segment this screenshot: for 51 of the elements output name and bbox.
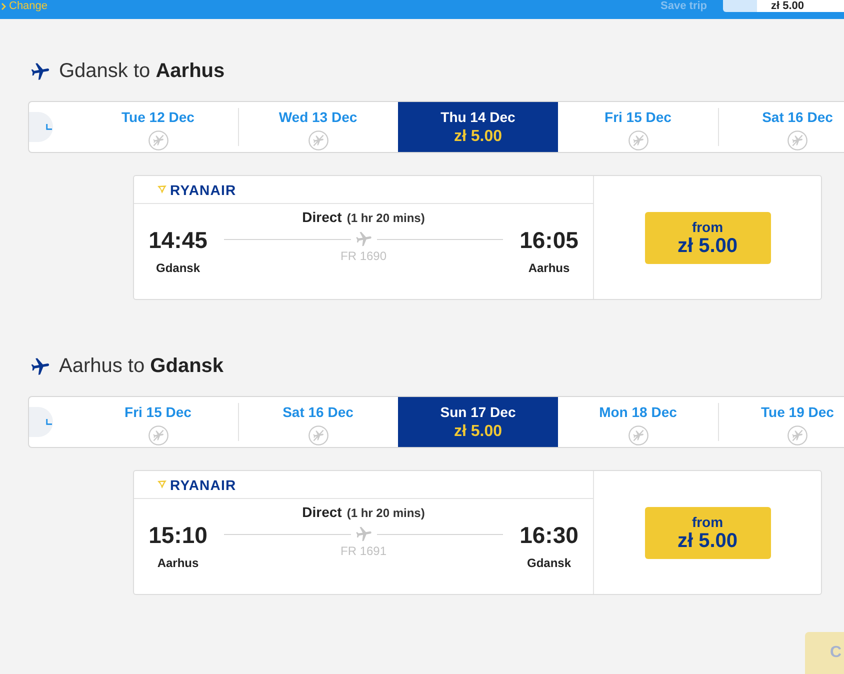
departure-city: Gdansk (156, 261, 200, 275)
departure-time: 14:45 (148, 227, 208, 253)
crossed-plane-icon (628, 425, 648, 446)
airline-name: RYANAIR (170, 182, 236, 198)
date-tab[interactable]: Fri 15 Dec (78, 397, 238, 447)
duration-label: (1 hr 20 mins) (346, 210, 425, 226)
arrival-city: Gdansk (526, 556, 571, 570)
price-button[interactable]: from zł 5.00 (644, 212, 770, 264)
arrival-time: 16:05 (520, 227, 578, 253)
plane-icon (30, 356, 51, 376)
stops-label: Direct (302, 209, 342, 225)
departure-time: 15:10 (148, 522, 208, 548)
plane-icon (30, 60, 51, 82)
airline-name: RYANAIR (170, 476, 236, 492)
crossed-plane-icon (148, 130, 168, 151)
arrival-city: Aarhus (528, 261, 570, 275)
crossed-plane-icon (148, 425, 168, 446)
price-button[interactable]: from zł 5.00 (644, 506, 770, 558)
change-link[interactable]: Change (1, 0, 48, 12)
crossed-plane-icon (787, 130, 808, 151)
date-tab[interactable]: Sat 16 Dec (718, 102, 844, 152)
plane-icon (354, 525, 372, 543)
logo-icon (157, 480, 167, 489)
flight-number: FR 1690 (340, 249, 387, 263)
date-tab[interactable]: Mon 18 Dec (558, 397, 718, 447)
arrival-time: 16:30 (520, 522, 578, 548)
total-price: zł 5.00 (757, 0, 844, 12)
chevron-icon (46, 419, 52, 425)
crossed-plane-icon (308, 425, 328, 446)
flight-number: FR 1691 (340, 544, 387, 558)
date-tab[interactable]: Wed 13 Dec (238, 102, 398, 152)
previous-dates-button[interactable] (29, 112, 53, 142)
stops-label: Direct (302, 504, 342, 520)
date-tab[interactable]: Tue 12 Dec (78, 102, 238, 152)
crossed-plane-icon (308, 130, 328, 151)
departure-city: Aarhus (157, 556, 199, 570)
date-tab[interactable]: Fri 15 Dec (558, 102, 718, 152)
date-tab[interactable]: Sat 16 Dec (238, 397, 398, 447)
date-tab[interactable]: Tue 19 Dec (718, 397, 844, 447)
plane-icon (354, 230, 372, 248)
date-tab[interactable]: Sun 17 Dec zł 5.00 (398, 397, 558, 447)
previous-dates-button[interactable] (29, 407, 53, 437)
route-title: Gdansk to Aarhus (59, 60, 225, 82)
chevron-icon (1, 2, 6, 10)
date-tab[interactable]: Thu 14 Dec zł 5.00 (398, 102, 558, 152)
duration-label: (1 hr 20 mins) (346, 505, 425, 521)
chevron-icon (46, 124, 52, 130)
crossed-plane-icon (787, 425, 808, 446)
crossed-plane-icon (628, 130, 648, 151)
route-title: Aarhus to Gdansk (59, 355, 224, 377)
logo-icon (157, 185, 167, 194)
